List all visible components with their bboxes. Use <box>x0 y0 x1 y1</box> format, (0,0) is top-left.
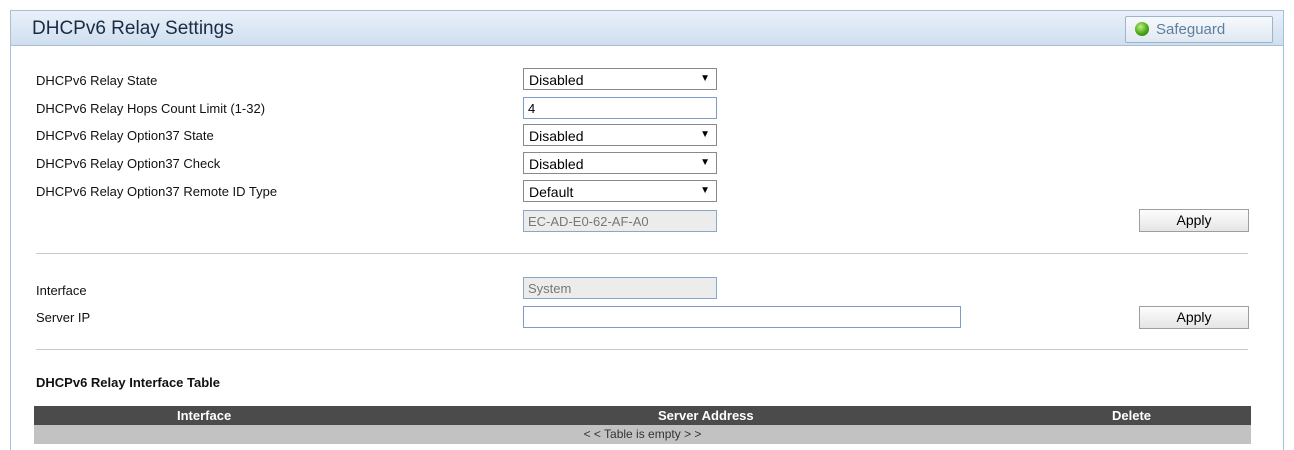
safeguard-status-icon <box>1135 22 1149 36</box>
column-header-delete: Delete <box>1112 408 1152 423</box>
interface-label: Interface <box>36 283 87 298</box>
dropdown-arrow-icon: ▼ <box>700 73 710 84</box>
divider <box>36 253 1248 255</box>
interface-value: System <box>528 281 572 296</box>
remote-id-type-select[interactable]: Default ▼ <box>523 180 717 202</box>
relay-state-label: DHCPv6 Relay State <box>36 73 158 88</box>
interface-apply-button[interactable]: Apply <box>1139 306 1249 329</box>
relay-apply-button[interactable]: Apply <box>1139 209 1249 232</box>
remote-id-mac-input: EC-AD-E0-62-AF-A0 <box>523 210 717 232</box>
column-header-server-address: Server Address <box>658 408 754 423</box>
option37-state-label: DHCPv6 Relay Option37 State <box>36 128 214 143</box>
remote-id-type-label: DHCPv6 Relay Option37 Remote ID Type <box>36 184 278 199</box>
dropdown-arrow-icon: ▼ <box>700 185 710 196</box>
table-title: DHCPv6 Relay Interface Table <box>36 375 220 390</box>
hops-limit-label: DHCPv6 Relay Hops Count Limit (1-32) <box>36 101 266 116</box>
table-empty-row: < < Table is empty > > <box>34 425 1251 444</box>
title-bar: DHCPv6 Relay Settings Safeguard <box>11 11 1283 46</box>
table-header: Interface Server Address Delete <box>34 406 1251 425</box>
relay-interface-table: Interface Server Address Delete < < Tabl… <box>34 406 1251 444</box>
server-ip-label: Server IP <box>36 310 91 325</box>
safeguard-label: Safeguard <box>1156 21 1226 38</box>
hops-limit-value: 4 <box>528 101 536 116</box>
option37-state-value: Disabled <box>529 128 584 144</box>
relay-state-value: Disabled <box>529 72 584 88</box>
safeguard-button[interactable]: Safeguard <box>1125 16 1273 43</box>
option37-check-label: DHCPv6 Relay Option37 Check <box>36 156 221 171</box>
hops-limit-input[interactable]: 4 <box>523 97 717 119</box>
relay-state-select[interactable]: Disabled ▼ <box>523 68 717 90</box>
option37-check-value: Disabled <box>529 156 584 172</box>
dropdown-arrow-icon: ▼ <box>700 157 710 168</box>
dropdown-arrow-icon: ▼ <box>700 129 710 140</box>
page-title: DHCPv6 Relay Settings <box>32 18 234 39</box>
main-panel: DHCPv6 Relay Settings Safeguard DHCPv6 R… <box>10 10 1284 450</box>
interface-input: System <box>523 277 717 299</box>
option37-state-select[interactable]: Disabled ▼ <box>523 124 717 146</box>
remote-id-type-value: Default <box>529 184 574 200</box>
server-ip-input[interactable] <box>523 306 961 328</box>
column-header-interface: Interface <box>177 408 232 423</box>
divider <box>36 349 1248 351</box>
option37-check-select[interactable]: Disabled ▼ <box>523 152 717 174</box>
remote-id-mac-value: EC-AD-E0-62-AF-A0 <box>528 214 649 229</box>
